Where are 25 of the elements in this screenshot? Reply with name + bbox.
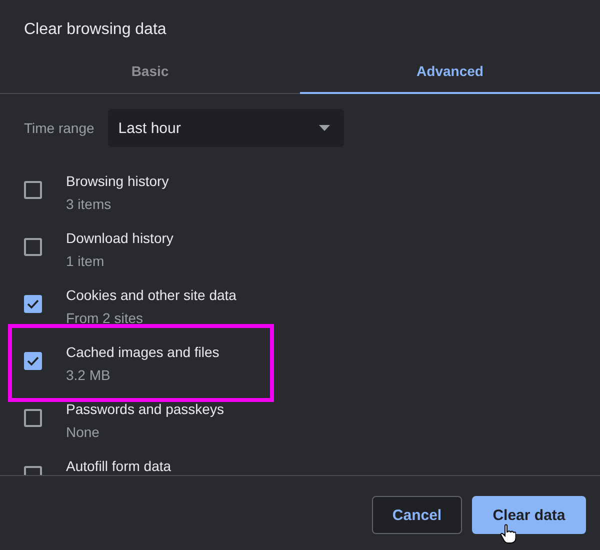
dialog-title: Clear browsing data: [23, 20, 168, 40]
tab[interactable]: Basic: [0, 50, 300, 94]
cancel-button[interactable]: Cancel: [372, 496, 462, 534]
checkbox[interactable]: [24, 295, 42, 313]
checkbox[interactable]: [24, 181, 42, 199]
item-label: Download history: [66, 230, 174, 247]
item-label: Autofill form data: [66, 458, 172, 475]
item-detail: None: [66, 424, 100, 441]
caret-icon: [319, 125, 330, 131]
checkbox[interactable]: [24, 409, 42, 427]
hand-cursor-icon: [500, 524, 516, 544]
item-label: Browsing history: [66, 173, 169, 190]
item-label: Cached images and files: [66, 344, 220, 361]
time-range-dropdown[interactable]: Last hour: [108, 109, 344, 147]
item-detail: 1 item: [66, 253, 104, 270]
clear-data-button[interactable]: Clear data: [472, 496, 586, 534]
tab[interactable]: Advanced: [300, 50, 600, 94]
checkbox[interactable]: [24, 238, 42, 256]
item-detail: 3.2 MB: [66, 367, 110, 384]
time-range-label: Time range: [24, 120, 94, 136]
item-label: Cookies and other site data: [66, 287, 236, 304]
checkbox[interactable]: [24, 352, 42, 370]
item-detail: From 2 sites: [66, 310, 144, 327]
item-detail: 3 items: [66, 196, 112, 213]
item-label: Passwords and passkeys: [66, 401, 224, 418]
